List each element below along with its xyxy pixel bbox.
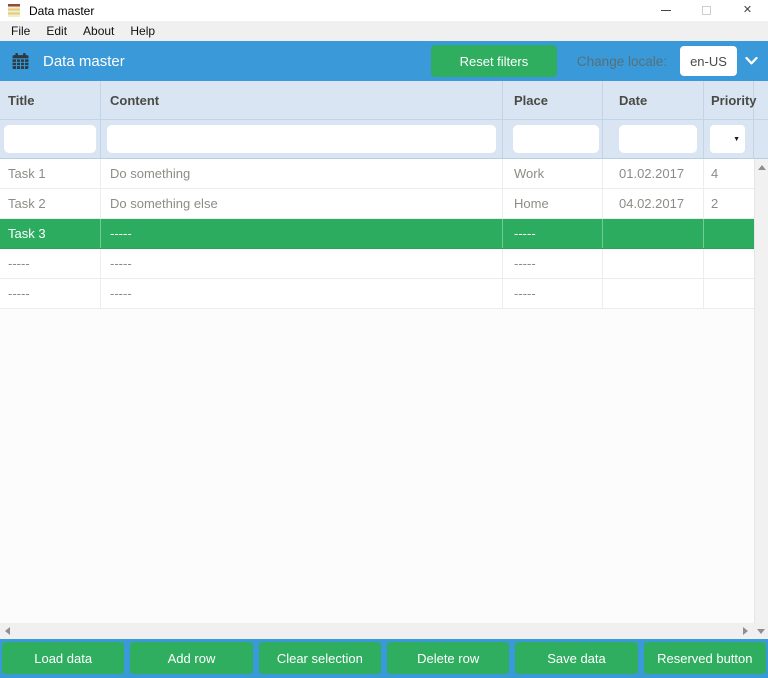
cell-place: ----- <box>503 249 603 278</box>
table-row[interactable]: ----- ----- ----- <box>0 279 754 309</box>
priority-filter-select[interactable]: ▼ <box>710 125 745 153</box>
maximize-button[interactable] <box>686 0 727 21</box>
grid-filter-row: ▼ <box>0 120 768 159</box>
action-bar: Load data Add row Clear selection Delete… <box>0 639 768 678</box>
cell-place: Home <box>503 189 603 218</box>
save-data-button[interactable]: Save data <box>515 642 638 674</box>
window-controls: ✕ <box>645 0 768 21</box>
title-filter-input[interactable] <box>4 125 96 153</box>
date-filter-input[interactable] <box>619 125 697 153</box>
scrollbar-corner[interactable] <box>753 623 768 639</box>
cell-place: ----- <box>503 279 603 308</box>
column-header-title[interactable]: Title <box>0 81 101 120</box>
title-bar: Data master ✕ <box>0 0 768 21</box>
table-row[interactable]: Task 2 Do something else Home 04.02.2017… <box>0 189 754 219</box>
locale-select[interactable]: en-US <box>680 46 737 76</box>
cell-priority <box>704 279 754 308</box>
grid-header-row: Title Content Place Date Priority <box>0 81 768 120</box>
app-window: Data master ✕ File Edit About Help Data … <box>0 0 768 678</box>
reset-filters-button[interactable]: Reset filters <box>430 45 557 77</box>
menu-help[interactable]: Help <box>122 24 163 38</box>
app-icon <box>8 4 20 17</box>
add-row-button[interactable]: Add row <box>130 642 253 674</box>
vertical-scrollbar[interactable] <box>754 159 768 623</box>
table-row[interactable]: ----- ----- ----- <box>0 249 754 279</box>
scroll-right-icon[interactable] <box>743 627 748 635</box>
table-row-selected[interactable]: Task 3 ----- ----- <box>0 219 754 249</box>
window-title: Data master <box>29 3 95 18</box>
chevron-down-icon <box>744 57 758 65</box>
cell-date <box>603 219 704 248</box>
page-title: Data master <box>43 52 125 70</box>
cell-title: Task 2 <box>0 189 101 218</box>
calendar-icon <box>12 52 29 69</box>
cell-content: ----- <box>101 219 503 248</box>
app-header: Data master Reset filters Change locale:… <box>0 41 768 81</box>
cell-content: ----- <box>101 249 503 278</box>
place-filter-input[interactable] <box>513 125 599 153</box>
maximize-icon <box>702 6 711 15</box>
filter-filler <box>754 120 768 159</box>
menu-edit[interactable]: Edit <box>38 24 75 38</box>
column-header-date[interactable]: Date <box>603 81 704 120</box>
minimize-button[interactable] <box>645 0 686 21</box>
load-data-button[interactable]: Load data <box>2 642 125 674</box>
reserved-button[interactable]: Reserved button <box>643 642 766 674</box>
cell-date <box>603 249 704 278</box>
cell-title: Task 3 <box>0 219 101 248</box>
cell-priority: 2 <box>711 196 719 211</box>
cell-date: 04.02.2017 <box>603 189 704 218</box>
clear-selection-button[interactable]: Clear selection <box>258 642 381 674</box>
column-header-content[interactable]: Content <box>101 81 503 120</box>
cell-content: Do something else <box>101 189 503 218</box>
content-filter-input[interactable] <box>107 125 496 153</box>
cell-title: Task 1 <box>0 159 101 188</box>
cell-priority <box>704 219 754 248</box>
column-header-priority[interactable]: Priority <box>704 81 757 120</box>
delete-row-button[interactable]: Delete row <box>386 642 510 674</box>
menu-bar: File Edit About Help <box>0 21 768 41</box>
locale-dropdown-toggle[interactable] <box>740 46 762 76</box>
cell-title: ----- <box>0 279 101 308</box>
cell-place: ----- <box>503 219 603 248</box>
horizontal-scrollbar-band <box>0 623 768 639</box>
select-arrow-icon: ▼ <box>733 135 740 143</box>
menu-file[interactable]: File <box>3 24 38 38</box>
cell-priority: 4 <box>711 166 719 181</box>
column-header-filler <box>754 81 768 120</box>
minimize-icon <box>660 10 671 11</box>
change-locale-label: Change locale: <box>576 53 667 69</box>
grid-body: Task 1 Do something Work 01.02.2017 4 Ta… <box>0 159 754 309</box>
table-row[interactable]: Task 1 Do something Work 01.02.2017 4 <box>0 159 754 189</box>
scroll-left-icon[interactable] <box>5 627 10 635</box>
close-button[interactable]: ✕ <box>727 0 768 21</box>
cell-priority <box>704 249 754 278</box>
cell-date <box>603 279 704 308</box>
cell-content: ----- <box>101 279 503 308</box>
scroll-down-icon[interactable] <box>756 628 765 634</box>
cell-title: ----- <box>0 249 101 278</box>
column-header-place[interactable]: Place <box>503 81 603 120</box>
horizontal-scrollbar[interactable] <box>0 623 753 639</box>
cell-date: 01.02.2017 <box>603 159 704 188</box>
cell-place: Work <box>503 159 603 188</box>
scroll-up-icon[interactable] <box>757 165 766 170</box>
cell-content: Do something <box>101 159 503 188</box>
menu-about[interactable]: About <box>75 24 122 38</box>
data-grid: Title Content Place Date Priority ▼ Task… <box>0 81 768 623</box>
